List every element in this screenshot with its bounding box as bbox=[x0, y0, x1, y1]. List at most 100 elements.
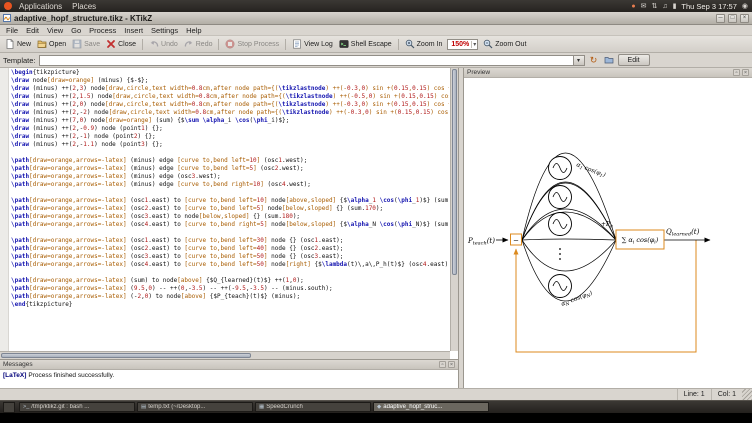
oscillator-nodes bbox=[549, 157, 572, 298]
template-combobox-input[interactable] bbox=[39, 55, 574, 66]
menu-item[interactable]: Insert bbox=[120, 26, 147, 35]
toolbar-separator bbox=[218, 39, 219, 50]
taskbar-item-label: temp.txt (~/Desktop... bbox=[148, 404, 205, 410]
zoom-out-button[interactable]: Zoom Out bbox=[480, 38, 529, 50]
folder-icon bbox=[604, 55, 614, 65]
status-col-indicator: Col: 1 bbox=[711, 389, 742, 400]
panel-menu[interactable]: Places bbox=[67, 2, 101, 11]
close-panel-button[interactable]: × bbox=[448, 361, 455, 368]
power-icon[interactable]: ◉ bbox=[742, 2, 748, 10]
latex-process-tag: [LaTeX] bbox=[3, 372, 26, 379]
taskbar-item-icon: ▦ bbox=[259, 404, 264, 410]
new-button[interactable]: New bbox=[2, 38, 34, 50]
window-titlebar[interactable]: adaptive_hopf_structure.tikz - KTikZ ─ □… bbox=[0, 12, 752, 25]
app-icon bbox=[3, 14, 11, 22]
preview-panel-title: Preview bbox=[467, 69, 490, 76]
show-desktop-button[interactable] bbox=[3, 402, 15, 413]
main-area: \begin{tikzpicture}\draw node[draw=orang… bbox=[0, 68, 752, 388]
distro-logo-icon[interactable] bbox=[4, 2, 12, 10]
close-panel-button[interactable]: × bbox=[742, 69, 749, 76]
toolbar: New Open Save Close Undo Redo bbox=[0, 36, 752, 53]
panel-menu[interactable]: Applications bbox=[14, 2, 67, 11]
browse-template-button[interactable] bbox=[603, 54, 615, 66]
zoom-in-button[interactable]: Zoom In bbox=[402, 38, 446, 50]
window-resize-grip[interactable] bbox=[742, 389, 752, 400]
editor-icon-margin bbox=[0, 68, 9, 351]
feedback-loop-path bbox=[516, 240, 696, 352]
chevron-down-icon[interactable]: ▾ bbox=[471, 41, 476, 48]
template-combo-arrow-icon[interactable]: ▾ bbox=[574, 55, 585, 66]
input-signal-label: Pteach(t) bbox=[467, 237, 495, 247]
close-file-button[interactable]: Close bbox=[103, 38, 139, 50]
notification-indicator-icon[interactable]: ● bbox=[631, 3, 635, 10]
taskbar-item[interactable]: >_ /tmp/ktikz.git : bash ... bbox=[19, 402, 135, 412]
battery-indicator-icon[interactable]: ▮ bbox=[673, 3, 677, 10]
save-disk-icon bbox=[72, 39, 82, 49]
code-editor[interactable]: \begin{tikzpicture}\draw node[draw=orang… bbox=[0, 68, 459, 359]
panel-clock[interactable]: Thu Sep 3 17:57 bbox=[681, 2, 736, 11]
taskbar-item[interactable]: ◆ adaptive_hopf_struc... bbox=[373, 402, 489, 412]
undo-button[interactable]: Undo bbox=[146, 38, 181, 50]
open-button-label: Open bbox=[49, 41, 66, 48]
tray-icons-group: ● ✉ ⇅ ♫ ▮ bbox=[631, 3, 676, 10]
messages-panel-header: Messages ▫ × bbox=[0, 360, 458, 370]
minimize-button[interactable]: ─ bbox=[716, 14, 725, 23]
vertical-scrollbar-thumb[interactable] bbox=[452, 69, 457, 275]
shell-escape-button[interactable]: Shell Escape bbox=[336, 38, 395, 50]
messages-content: [LaTeX]Process finished successfully. bbox=[0, 370, 458, 388]
mail-indicator-icon[interactable]: ✉ bbox=[641, 3, 647, 10]
taskbar-item[interactable]: ▤ temp.txt (~/Desktop... bbox=[137, 402, 253, 412]
template-edit-button[interactable]: Edit bbox=[618, 54, 650, 66]
messages-panel-title: Messages bbox=[3, 361, 33, 368]
open-folder-icon bbox=[37, 39, 47, 49]
new-file-icon bbox=[5, 39, 15, 49]
menu-item[interactable]: Go bbox=[67, 26, 85, 35]
terminal-icon bbox=[339, 39, 349, 49]
panel-menus: ApplicationsPlaces bbox=[14, 2, 101, 11]
reload-template-button[interactable]: ↻ bbox=[588, 54, 600, 66]
editor-column: \begin{tikzpicture}\draw node[draw=orang… bbox=[0, 68, 459, 388]
horizontal-scrollbar-thumb[interactable] bbox=[1, 353, 251, 358]
close-window-button[interactable]: × bbox=[740, 14, 749, 23]
taskbar-item[interactable]: ▦ SpeedCrunch bbox=[255, 402, 371, 412]
undo-button-label: Undo bbox=[161, 41, 178, 48]
toolbar-separator bbox=[142, 39, 143, 50]
toolbar-separator bbox=[285, 39, 286, 50]
menu-item[interactable]: View bbox=[43, 26, 67, 35]
redo-button[interactable]: Redo bbox=[181, 38, 216, 50]
editor-vertical-scrollbar[interactable] bbox=[450, 68, 458, 351]
status-bar: Line: 1 Col: 1 bbox=[0, 388, 752, 400]
taskbar-item-label: /tmp/ktikz.git : bash ... bbox=[31, 404, 89, 410]
preview-panel-header: Preview ▫ × bbox=[464, 68, 752, 78]
zoom-out-label: Zoom Out bbox=[495, 41, 526, 48]
open-button[interactable]: Open bbox=[34, 38, 69, 50]
taskbar-item-icon: ▤ bbox=[141, 404, 146, 410]
process-status-text: Process finished successfully. bbox=[28, 372, 114, 379]
preview-panel: Preview ▫ × bbox=[463, 68, 752, 388]
editor-horizontal-scrollbar[interactable] bbox=[0, 351, 450, 359]
taskbar-item-icon: >_ bbox=[23, 404, 29, 410]
taskbar-item-label: SpeedCrunch bbox=[266, 404, 303, 410]
maximize-button[interactable]: □ bbox=[728, 14, 737, 23]
tikz-source-code[interactable]: \begin{tikzpicture}\draw node[draw=orang… bbox=[11, 69, 449, 350]
stop-process-button[interactable]: Stop Process bbox=[222, 38, 282, 50]
redo-arrow-icon bbox=[184, 39, 194, 49]
menu-item[interactable]: Settings bbox=[147, 26, 182, 35]
menu-item[interactable]: Process bbox=[85, 26, 120, 35]
zoom-level-combobox[interactable]: 150% ▾ bbox=[447, 39, 478, 50]
network-indicator-icon[interactable]: ⇅ bbox=[651, 3, 657, 10]
volume-indicator-icon[interactable]: ♫ bbox=[662, 3, 667, 10]
menubar: FileEditViewGoProcessInsertSettingsHelp bbox=[0, 25, 752, 36]
messages-panel: Messages ▫ × [LaTeX]Process finished suc… bbox=[0, 359, 459, 388]
float-panel-button[interactable]: ▫ bbox=[439, 361, 446, 368]
toolbar-separator bbox=[398, 39, 399, 50]
view-log-button[interactable]: View Log bbox=[289, 38, 336, 50]
menu-item[interactable]: Edit bbox=[22, 26, 43, 35]
menu-item[interactable]: Help bbox=[182, 26, 205, 35]
menu-item[interactable]: File bbox=[2, 26, 22, 35]
save-button[interactable]: Save bbox=[69, 38, 103, 50]
minus-node-label: − bbox=[513, 237, 519, 245]
float-panel-button[interactable]: ▫ bbox=[733, 69, 740, 76]
view-log-label: View Log bbox=[304, 41, 333, 48]
gnome-top-panel: ApplicationsPlaces ● ✉ ⇅ ♫ ▮ Thu Sep 3 17:57… bbox=[0, 0, 752, 12]
